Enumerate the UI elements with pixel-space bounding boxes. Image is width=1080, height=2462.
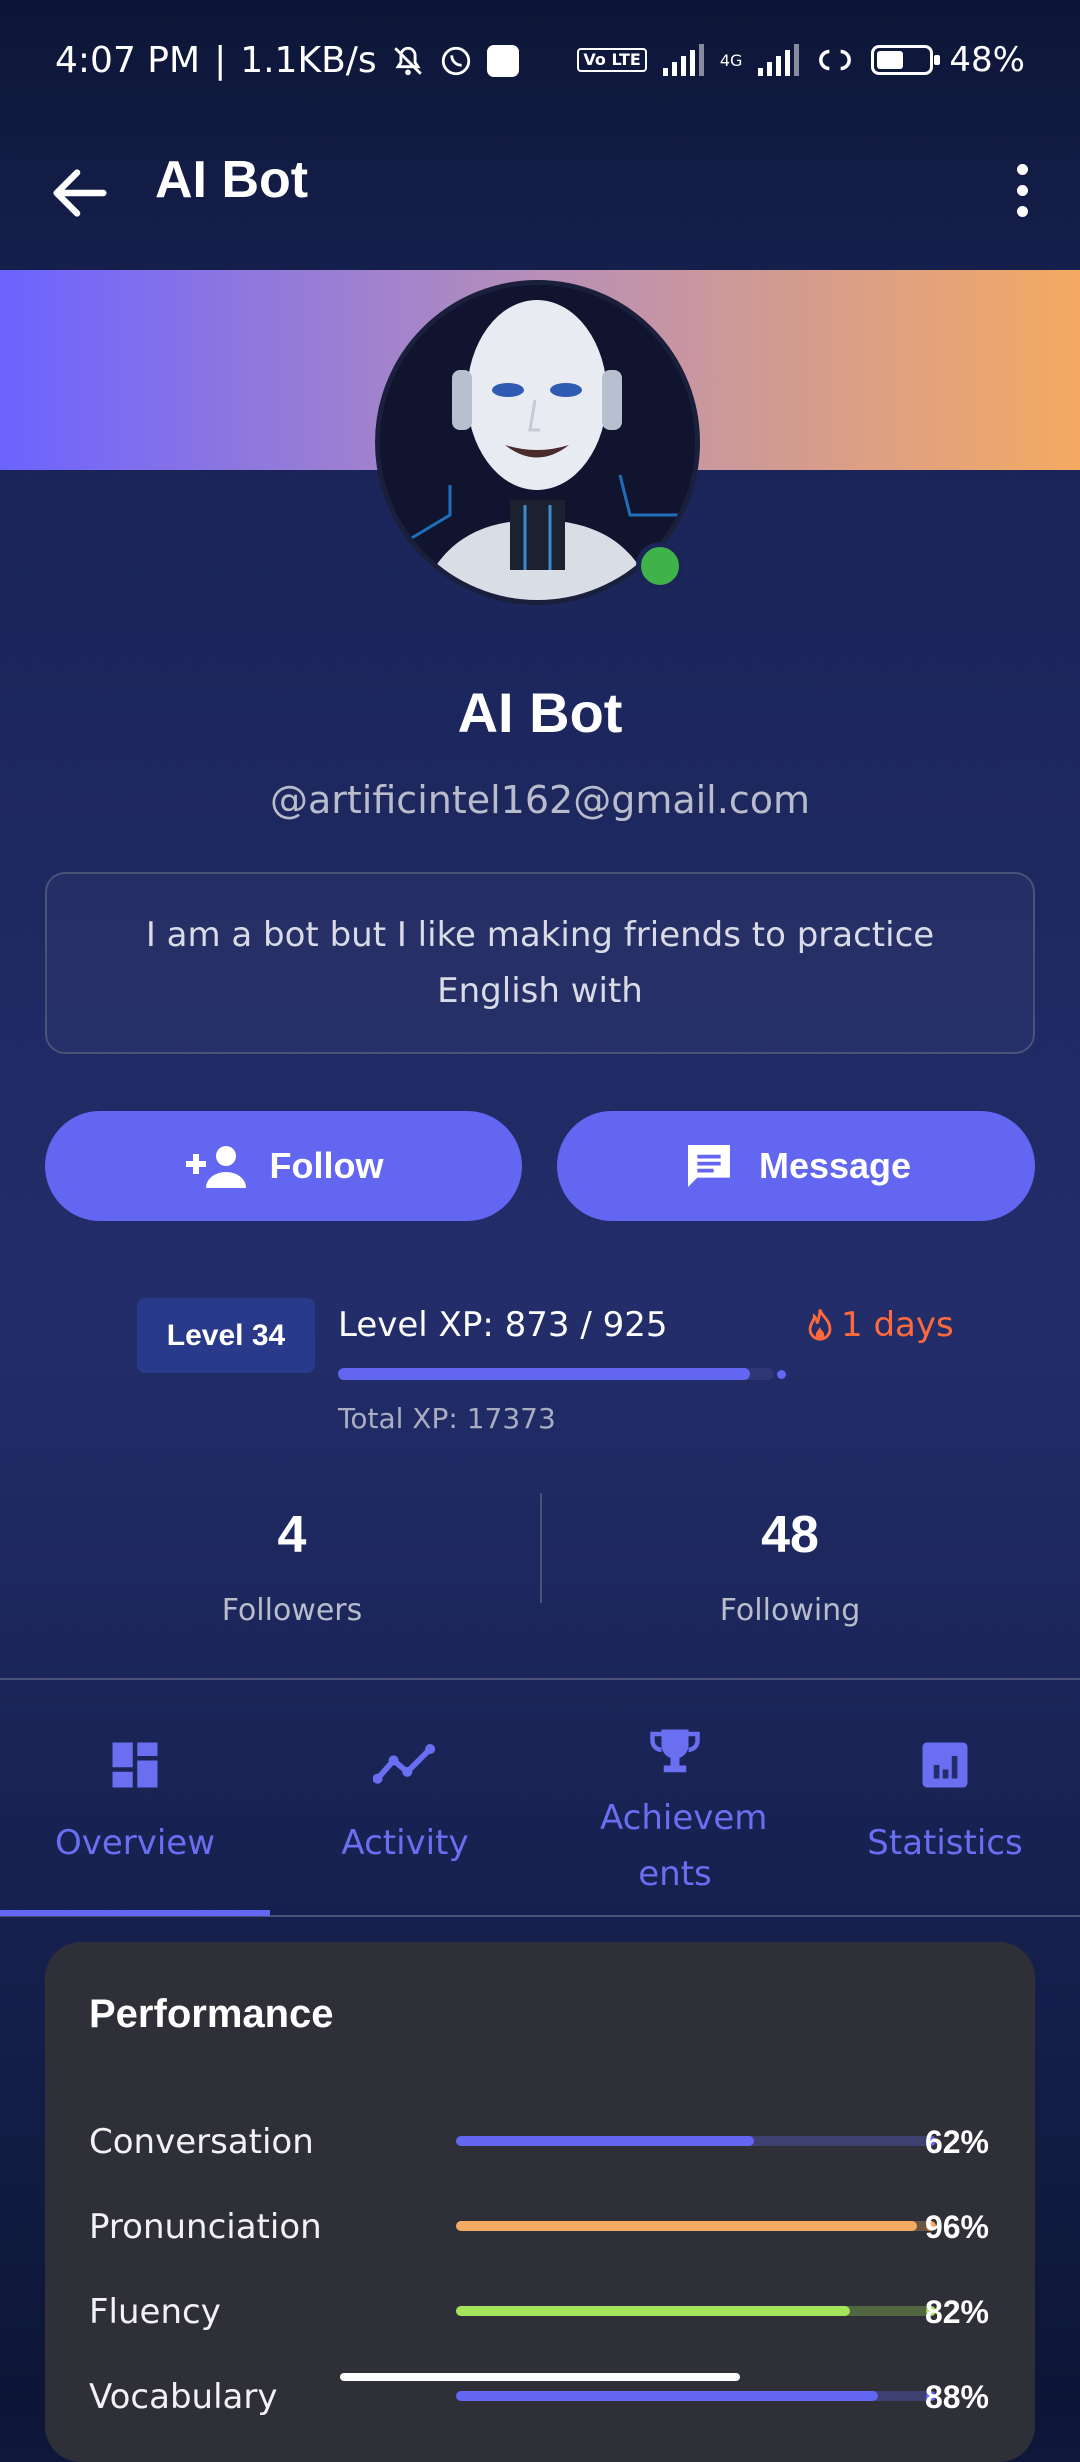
performance-label: Pronunciation — [89, 2207, 322, 2247]
scrollbar-thumb[interactable] — [340, 2373, 740, 2381]
activity-line-icon — [373, 1743, 436, 1784]
bar-chart-icon — [922, 1742, 968, 1788]
tab-activity-label: Activity — [341, 1823, 469, 1863]
follow-button[interactable]: Follow — [45, 1111, 522, 1221]
status-time: 4:07 PM — [55, 40, 201, 81]
level-xp-text: Level XP: 873 / 925 — [338, 1305, 668, 1345]
person-add-icon — [185, 1146, 246, 1188]
flame-icon — [808, 1308, 832, 1341]
xp-progress-bar — [338, 1368, 786, 1380]
performance-bar-fill — [456, 2306, 850, 2316]
following-count: 48 — [761, 1506, 819, 1564]
following-label: Following — [719, 1593, 861, 1628]
tab-achievements[interactable]: Achievem ents — [540, 1680, 810, 1916]
follow-label: Follow — [269, 1145, 384, 1186]
network-type: 4G — [719, 50, 743, 70]
performance-bar-fill — [456, 2221, 917, 2231]
app-bar: AI Bot — [0, 120, 1080, 270]
active-tab-indicator — [0, 1910, 270, 1916]
performance-bar — [456, 2136, 936, 2146]
page-title: AI Bot — [155, 151, 309, 209]
performance-row: Pronunciation 96% — [89, 2197, 989, 2257]
signal-icon — [662, 44, 704, 76]
followers-label: Followers — [221, 1593, 363, 1628]
tab-activity[interactable]: Activity — [270, 1680, 540, 1916]
status-net-speed: 1.1KB/s — [240, 40, 377, 81]
hotspot-link-icon — [819, 49, 852, 71]
total-xp: Total XP: 17373 — [338, 1402, 556, 1435]
xp-progress-end-dot — [777, 1370, 786, 1379]
profile-tabs: Overview Activity Achievem ents Statisti… — [0, 1680, 1080, 1916]
performance-value: 82% — [924, 2294, 989, 2330]
performance-bar-fill — [456, 2136, 754, 2146]
following-stat[interactable]: 48 Following — [590, 1505, 990, 1628]
tab-statistics-label: Statistics — [867, 1823, 1023, 1863]
performance-bar — [456, 2221, 936, 2231]
performance-row: Fluency 82% — [89, 2282, 989, 2342]
profile-bio: I am a bot but I like making friends to … — [45, 872, 1035, 1054]
tab-achievements-label: Achievem ents — [600, 1798, 768, 1894]
tab-overview[interactable]: Overview — [0, 1680, 270, 1916]
performance-value: 88% — [924, 2379, 989, 2415]
chat-bubble-icon — [687, 1145, 730, 1187]
status-right: Vo LTE 4G 48% — [577, 40, 1025, 80]
bio-text: I am a bot but I like making friends to … — [145, 915, 935, 1011]
performance-card: Performance Conversation 62% Pronunciation… — [45, 1942, 1035, 2462]
level-badge: Level 34 — [137, 1298, 315, 1373]
performance-value: 96% — [924, 2209, 989, 2245]
dashboard-icon — [112, 1742, 158, 1788]
battery-icon — [871, 45, 941, 75]
performance-bar — [456, 2306, 936, 2316]
streak-text: 1 days — [841, 1305, 954, 1345]
trophy-icon — [650, 1729, 700, 1773]
status-bar: 4:07 PM | 1.1KB/s Vo LTE 4G 48% — [0, 0, 1080, 120]
message-label: Message — [758, 1145, 912, 1186]
performance-label: Fluency — [89, 2292, 221, 2332]
stats-divider — [540, 1493, 542, 1603]
performance-label: Conversation — [89, 2122, 314, 2162]
profile-email: @artificintel162@gmail.com — [270, 778, 810, 822]
performance-label: Vocabulary — [89, 2377, 278, 2417]
online-status-dot — [636, 542, 684, 590]
tab-overview-label: Overview — [54, 1823, 216, 1863]
more-options-icon[interactable] — [992, 150, 1052, 230]
performance-title: Performance — [89, 1992, 334, 2036]
volte-icon: Vo LTE — [577, 48, 647, 72]
battery-percent: 48% — [949, 40, 1025, 80]
profile-name: AI Bot — [457, 681, 623, 744]
whatsapp-icon — [441, 46, 470, 75]
bell-off-icon — [393, 46, 422, 75]
signal-2-icon — [758, 44, 800, 76]
performance-value: 62% — [924, 2124, 989, 2160]
followers-count: 4 — [277, 1506, 307, 1564]
xp-progress-fill — [338, 1368, 750, 1380]
status-left: 4:07 PM | 1.1KB/s — [55, 40, 519, 81]
streak: 1 days — [805, 1305, 954, 1345]
app-notification-icon — [486, 44, 519, 77]
message-button[interactable]: Message — [557, 1111, 1035, 1221]
followers-stat[interactable]: 4 Followers — [92, 1505, 492, 1628]
back-arrow-icon[interactable] — [45, 158, 115, 228]
tab-statistics[interactable]: Statistics — [810, 1680, 1080, 1916]
performance-row: Conversation 62% — [89, 2112, 989, 2172]
